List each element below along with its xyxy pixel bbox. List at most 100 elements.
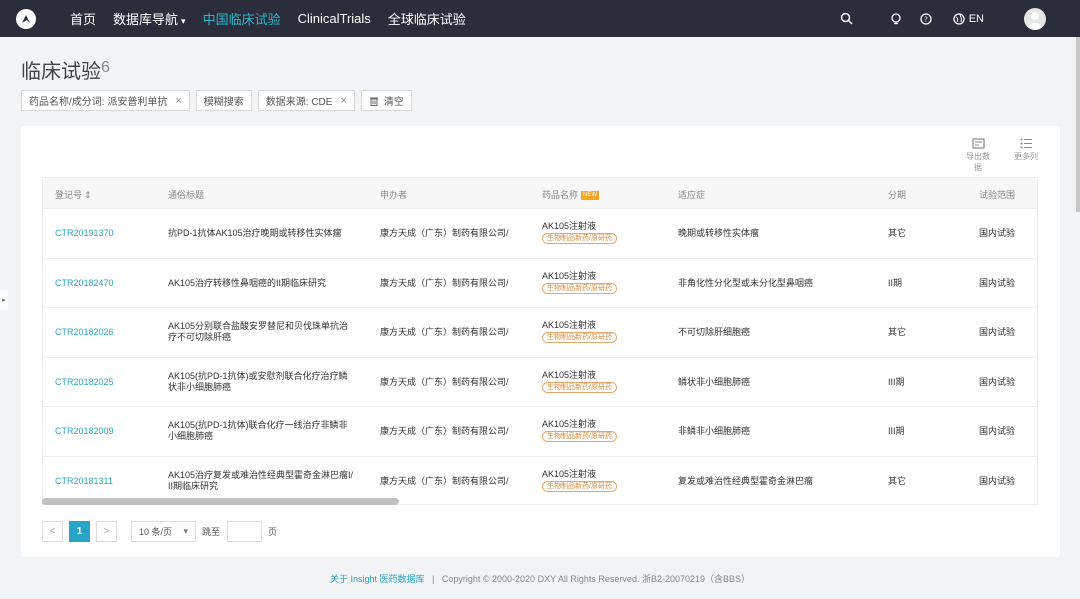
trial-sponsor: 康方天成（广东）制药有限公司/ xyxy=(380,376,509,387)
globe-icon xyxy=(953,12,965,25)
trial-indication: 晚期或转移性实体瘤 xyxy=(678,228,760,238)
trial-title: AK105(抗PD-1抗体)联合化疗一线治疗非鳞非 小细胞肺癌 xyxy=(168,420,348,442)
table-header: 登记号 ⇕ 通俗标题 申办者 药品名称 NEW 适应症 分期 试验范围 xyxy=(43,178,1037,209)
trial-drug: AK105注射液 生物制品新药/原研药 xyxy=(542,320,617,343)
page-scrollbar[interactable] xyxy=(1076,37,1080,212)
sort-icon[interactable]: ⇕ xyxy=(84,190,92,200)
trial-id-link[interactable]: CTR20182025 xyxy=(55,377,114,388)
trial-drug: AK105注射液 生物制品新药/原研药 xyxy=(542,271,617,294)
trial-scope: 国内试验 xyxy=(979,277,1016,288)
chevron-down-icon: ▾ xyxy=(183,526,188,536)
trial-sponsor: 康方天成（广东）制药有限公司/ xyxy=(380,327,509,337)
about-link[interactable]: 关于 Insight 医药数据库 xyxy=(330,574,425,584)
logo-icon[interactable] xyxy=(16,8,36,29)
column-header-id-label: 登记号 xyxy=(55,190,83,200)
table-row[interactable]: CTR20182009 AK105(抗PD-1抗体)联合化疗一线治疗非鳞非 小细胞… xyxy=(43,407,1037,457)
chevron-down-icon: ▾ xyxy=(181,16,186,26)
nav-china-trials[interactable]: 中国临床试验 xyxy=(203,9,281,28)
help-icon[interactable]: ? xyxy=(919,12,933,26)
trial-phase: 其它 xyxy=(888,327,907,337)
result-count: 6 xyxy=(101,59,110,76)
trial-id-link[interactable]: CTR20181311 xyxy=(55,476,113,487)
more-columns-button[interactable]: 更多列 xyxy=(1011,138,1041,162)
main-nav: 首页 数据库导航 ▾ 中国临床试验 ClinicalTrials 全球临床试验 xyxy=(70,9,483,28)
close-icon[interactable]: × xyxy=(340,95,346,107)
filter-chip-source[interactable]: 数据来源: CDE × xyxy=(257,90,355,111)
trial-sponsor: 康方天成（广东）制药有限公司/ xyxy=(380,426,509,436)
new-badge: NEW xyxy=(581,191,600,201)
avatar[interactable] xyxy=(1024,7,1046,30)
clear-filters-button[interactable]: 清空 xyxy=(360,90,412,111)
trial-title-line: 状非小细胞肺癌 xyxy=(168,381,232,392)
filter-chip-fuzzy[interactable]: 模糊搜索 xyxy=(195,90,252,111)
lightbulb-icon[interactable] xyxy=(889,12,903,26)
language-label: EN xyxy=(968,12,984,25)
table-row[interactable]: CTR20191370 抗PD-1抗体AK105治疗晚期或转移性实体瘤 康方天成… xyxy=(43,209,1037,259)
table-body: CTR20191370 抗PD-1抗体AK105治疗晚期或转移性实体瘤 康方天成… xyxy=(43,209,1037,504)
trash-icon xyxy=(369,97,378,106)
more-columns-label: 更多列 xyxy=(1014,152,1038,161)
trial-scope: 国内试验 xyxy=(979,475,1016,486)
filter-chip-drug[interactable]: 药品名称/成分词: 派安普利单抗 × xyxy=(21,90,190,111)
close-icon[interactable]: × xyxy=(175,95,181,107)
column-header-id[interactable]: 登记号 ⇕ xyxy=(55,188,92,201)
svg-text:?: ? xyxy=(924,15,928,23)
trial-id-link[interactable]: CTR20182026 xyxy=(55,327,114,338)
table-row[interactable]: CTR20182470 AK105治疗转移性鼻咽癌的II期临床研究 康方天成（广… xyxy=(43,259,1037,308)
trial-title: AK105(抗PD-1抗体)或安慰剂联合化疗治疗鳞 状非小细胞肺癌 xyxy=(168,371,348,393)
trial-title: AK105治疗转移性鼻咽癌的II期临床研究 xyxy=(168,278,326,289)
export-data-button[interactable]: 导出数据 xyxy=(963,138,993,173)
table-horizontal-scrollbar[interactable] xyxy=(42,498,399,505)
drug-type-tag: 生物制品新药/原研药 xyxy=(542,233,617,244)
nav-database-label: 数据库导航 xyxy=(113,12,179,27)
trial-id-link[interactable]: CTR20191370 xyxy=(55,228,114,239)
column-header-drug: 药品名称 NEW xyxy=(542,188,600,201)
drug-name: AK105注射液 xyxy=(542,221,597,231)
table-row[interactable]: CTR20182025 AK105(抗PD-1抗体)或安慰剂联合化疗治疗鳞 状非小… xyxy=(43,358,1037,407)
trial-indication: 非鳞非小细胞肺癌 xyxy=(678,426,751,436)
trials-table: 登记号 ⇕ 通俗标题 申办者 药品名称 NEW 适应症 分期 试验范围 CTR201… xyxy=(42,177,1038,505)
language-switch[interactable]: EN xyxy=(953,13,984,25)
nav-global-trials[interactable]: 全球临床试验 xyxy=(388,9,466,28)
trial-indication: 不可切除肝细胞癌 xyxy=(678,327,751,337)
nav-database[interactable]: 数据库导航 ▾ xyxy=(113,9,186,28)
jump-page-input[interactable] xyxy=(227,521,263,542)
trial-phase: II期 xyxy=(888,277,903,288)
prev-page-button[interactable]: < xyxy=(42,521,63,542)
table-row[interactable]: CTR20182026 AK105分别联合盐酸安罗替尼和贝伐珠单抗治 疗不可切除肝… xyxy=(43,308,1037,358)
column-header-title: 通俗标题 xyxy=(168,190,205,200)
sidebar-expand-handle[interactable]: ▸ xyxy=(0,290,8,310)
export-icon xyxy=(971,138,985,149)
pagination: < 1 > 10 条/页 ▾ 跳至 页 xyxy=(42,521,277,542)
trial-indication: 非角化性分化型或未分化型鼻咽癌 xyxy=(678,277,814,288)
jump-label: 跳至 xyxy=(202,527,221,537)
drug-type-tag: 生物制品新药/原研药 xyxy=(542,381,617,393)
trial-sponsor: 康方天成（广东）制药有限公司/ xyxy=(380,228,509,238)
trial-title: AK105治疗复发或难治性经典型霍奇金淋巴瘤I/II期临床研究 xyxy=(168,470,353,492)
search-icon[interactable] xyxy=(840,12,854,26)
trial-phase: III期 xyxy=(888,376,905,387)
trial-title-line: AK105治疗转移性鼻咽癌的II期临床研究 xyxy=(168,277,327,288)
nav-home[interactable]: 首页 xyxy=(70,9,96,28)
filter-chip-label: 数据来源: CDE xyxy=(265,97,333,108)
nav-home-label: 首页 xyxy=(70,12,97,27)
trial-title-line: 疗不可切除肝癌 xyxy=(168,332,232,342)
page-1-button[interactable]: 1 xyxy=(69,521,90,542)
nav-clinicaltrials[interactable]: ClinicalTrials xyxy=(298,11,371,26)
drug-type-tag: 生物制品新药/原研药 xyxy=(542,282,617,294)
next-page-button[interactable]: > xyxy=(96,521,117,542)
clear-filters-label: 清空 xyxy=(383,97,404,108)
trial-scope: 国内试验 xyxy=(979,426,1016,436)
trial-id-link[interactable]: CTR20182009 xyxy=(55,426,114,437)
drug-type-tag: 生物制品新药/原研药 xyxy=(542,332,617,343)
trial-indication: 鳞状非小细胞肺癌 xyxy=(678,376,751,387)
trial-sponsor: 康方天成（广东）制药有限公司/ xyxy=(380,475,509,486)
nav-global-trials-label: 全球临床试验 xyxy=(387,12,466,27)
trial-title-line: II期临床研究 xyxy=(168,480,219,491)
trial-title-line: AK105治疗复发或难治性经典型霍奇金淋巴瘤I/ xyxy=(168,469,354,480)
page-size-select[interactable]: 10 条/页 ▾ xyxy=(131,521,196,542)
trial-id-link[interactable]: CTR20182470 xyxy=(55,278,114,289)
trial-scope: 国内试验 xyxy=(979,376,1016,387)
trial-title-line: AK105(抗PD-1抗体)联合化疗一线治疗非鳞非 xyxy=(168,420,348,430)
column-header-sponsor: 申办者 xyxy=(380,190,408,200)
